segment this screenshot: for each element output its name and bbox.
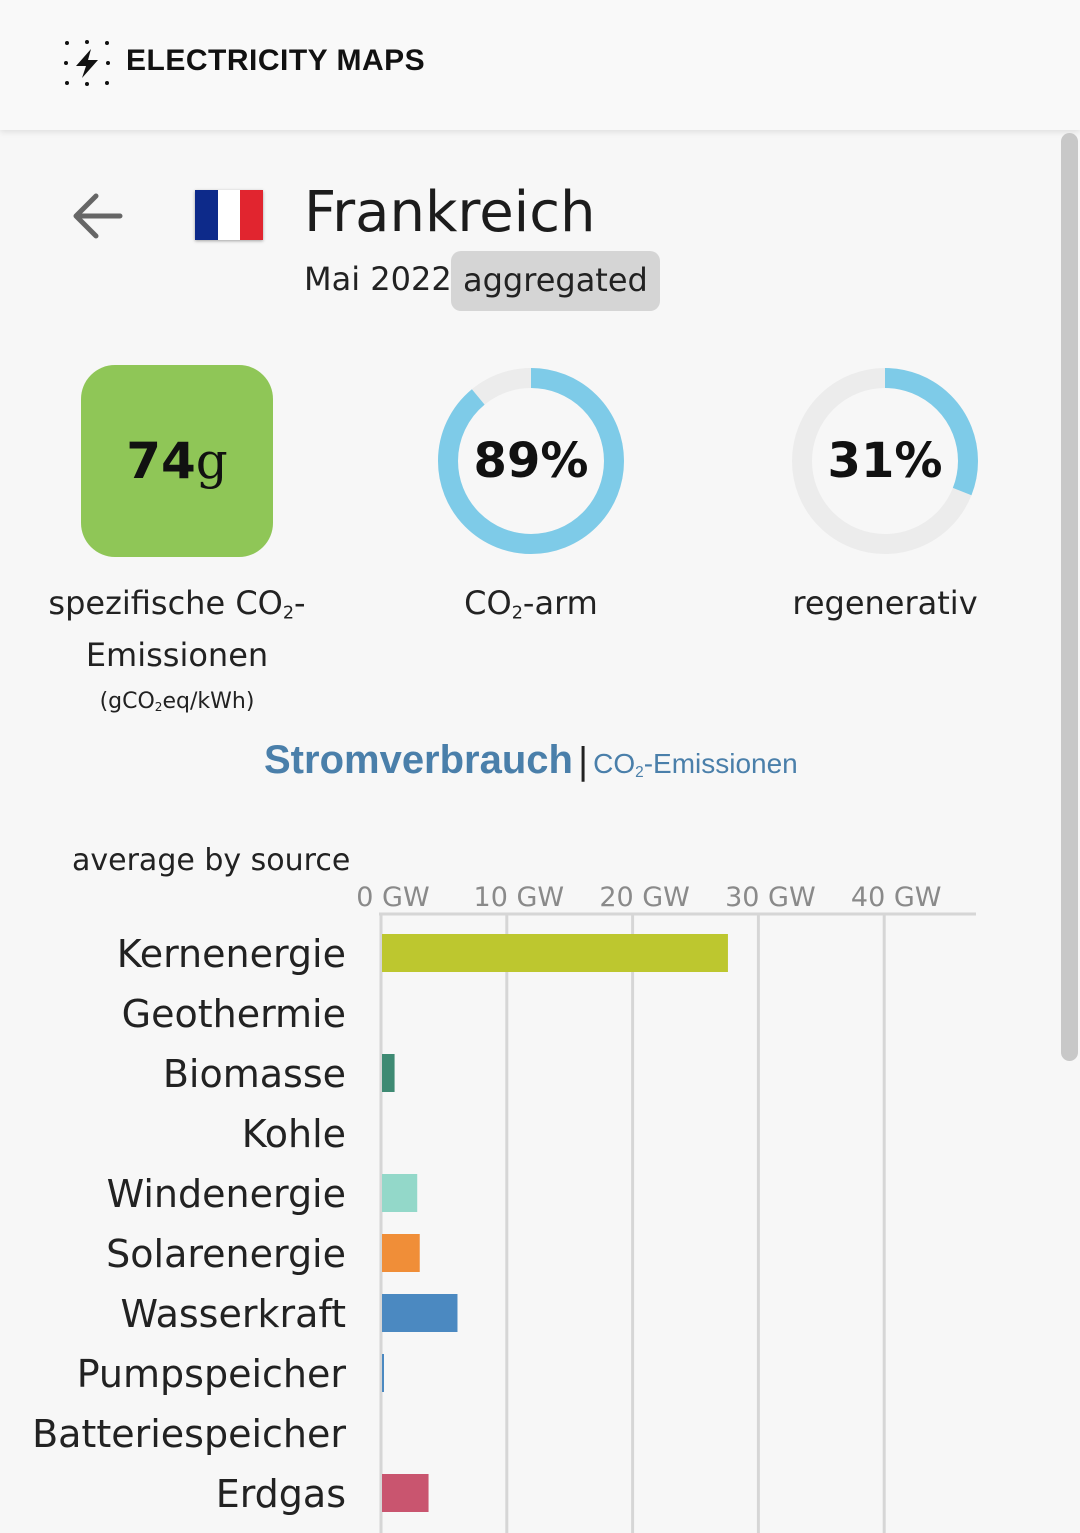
flag-stripe-blue (195, 190, 218, 240)
x-tick-label: 30 GW (725, 882, 816, 913)
category-label: Wasserkraft (120, 1292, 346, 1336)
category-label: Solarenergie (106, 1232, 346, 1276)
co2-intensity-box[interactable]: 74g (81, 365, 273, 557)
toggle-emissions-text: CO (593, 748, 636, 779)
caption-subscript: 2 (511, 603, 523, 624)
unit-caption-text: (gCO (99, 689, 155, 715)
x-tick-label: 10 GW (474, 882, 565, 913)
unit-caption-end: eq/kWh) (162, 689, 255, 715)
category-label: Erdgas (216, 1472, 346, 1516)
back-arrow-icon[interactable] (68, 190, 124, 242)
renewable-value: 31% (827, 433, 943, 489)
toggle-emissions-text-end: -Emissionen (643, 748, 798, 779)
flag-stripe-white (217, 190, 241, 240)
date-label: Mai 2022 (304, 260, 452, 298)
caption-subscript: 2 (282, 603, 295, 624)
top-bar: ELECTRICITY MAPS (0, 0, 1080, 130)
country-name: Frankreich (304, 180, 596, 245)
co2-intensity-unit: g (195, 432, 228, 490)
toggle-consumption[interactable]: Stromverbrauch (264, 738, 573, 782)
category-label: Batteriespeicher (32, 1412, 346, 1456)
bar (382, 1474, 429, 1512)
category-label: Kohle (242, 1112, 346, 1156)
flag-stripe-red (240, 190, 263, 240)
renewable-donut[interactable]: 31% (789, 365, 981, 557)
bar (382, 934, 728, 972)
category-label: Biomasse (163, 1052, 346, 1096)
co2-intensity-unit-caption: (gCO2eq/kWh) (100, 689, 255, 714)
caption-text-end: -arm (522, 584, 598, 622)
scrollbar-thumb[interactable] (1061, 133, 1078, 1061)
category-label: Geothermie (122, 992, 346, 1036)
caption-line2: Emissionen (85, 636, 269, 675)
co2-intensity-value: 74g (126, 432, 228, 490)
view-toggle: Stromverbrauch | CO2-Emissionen (264, 738, 798, 783)
toggle-separator: | (576, 741, 590, 782)
country-flag (195, 190, 263, 240)
low-carbon-donut[interactable]: 89% (435, 365, 627, 557)
category-label: Pumpspeicher (77, 1352, 347, 1396)
low-carbon-value: 89% (473, 433, 589, 489)
category-label: Kernenergie (117, 932, 346, 976)
lightning-bolt-icon (64, 40, 110, 86)
bar (382, 1174, 418, 1212)
source-bar-chart: 0 GW 10 GW 20 GW 30 GW 40 GW Kernenergie Geoth… (32, 882, 976, 1533)
caption-text: spezifische CO (48, 584, 283, 622)
bar (382, 1354, 384, 1392)
bar (382, 1234, 420, 1272)
aggregated-badge[interactable]: aggregated (451, 251, 660, 311)
co2-intensity-number: 74 (126, 432, 196, 490)
x-tick-label: 20 GW (599, 882, 690, 913)
caption-text-end: - (294, 584, 306, 622)
caption-text: CO (464, 584, 512, 622)
bar (382, 1294, 458, 1332)
unit-caption-subscript: 2 (154, 700, 163, 715)
toggle-emissions[interactable]: CO2-Emissionen (593, 748, 798, 781)
app-logo-text[interactable]: ELECTRICITY MAPS (126, 44, 425, 78)
category-label: Windenergie (107, 1172, 346, 1216)
renewable-caption: regenerativ (792, 584, 978, 622)
low-carbon-caption: CO2-arm (411, 582, 651, 634)
x-tick-label: 0 GW (356, 882, 429, 913)
toggle-emissions-subscript: 2 (635, 763, 644, 781)
bar (382, 1054, 395, 1092)
co2-intensity-caption: spezifische CO2- Emissionen (gCO2eq/kWh) (36, 582, 318, 722)
x-tick-label: 40 GW (851, 882, 942, 913)
